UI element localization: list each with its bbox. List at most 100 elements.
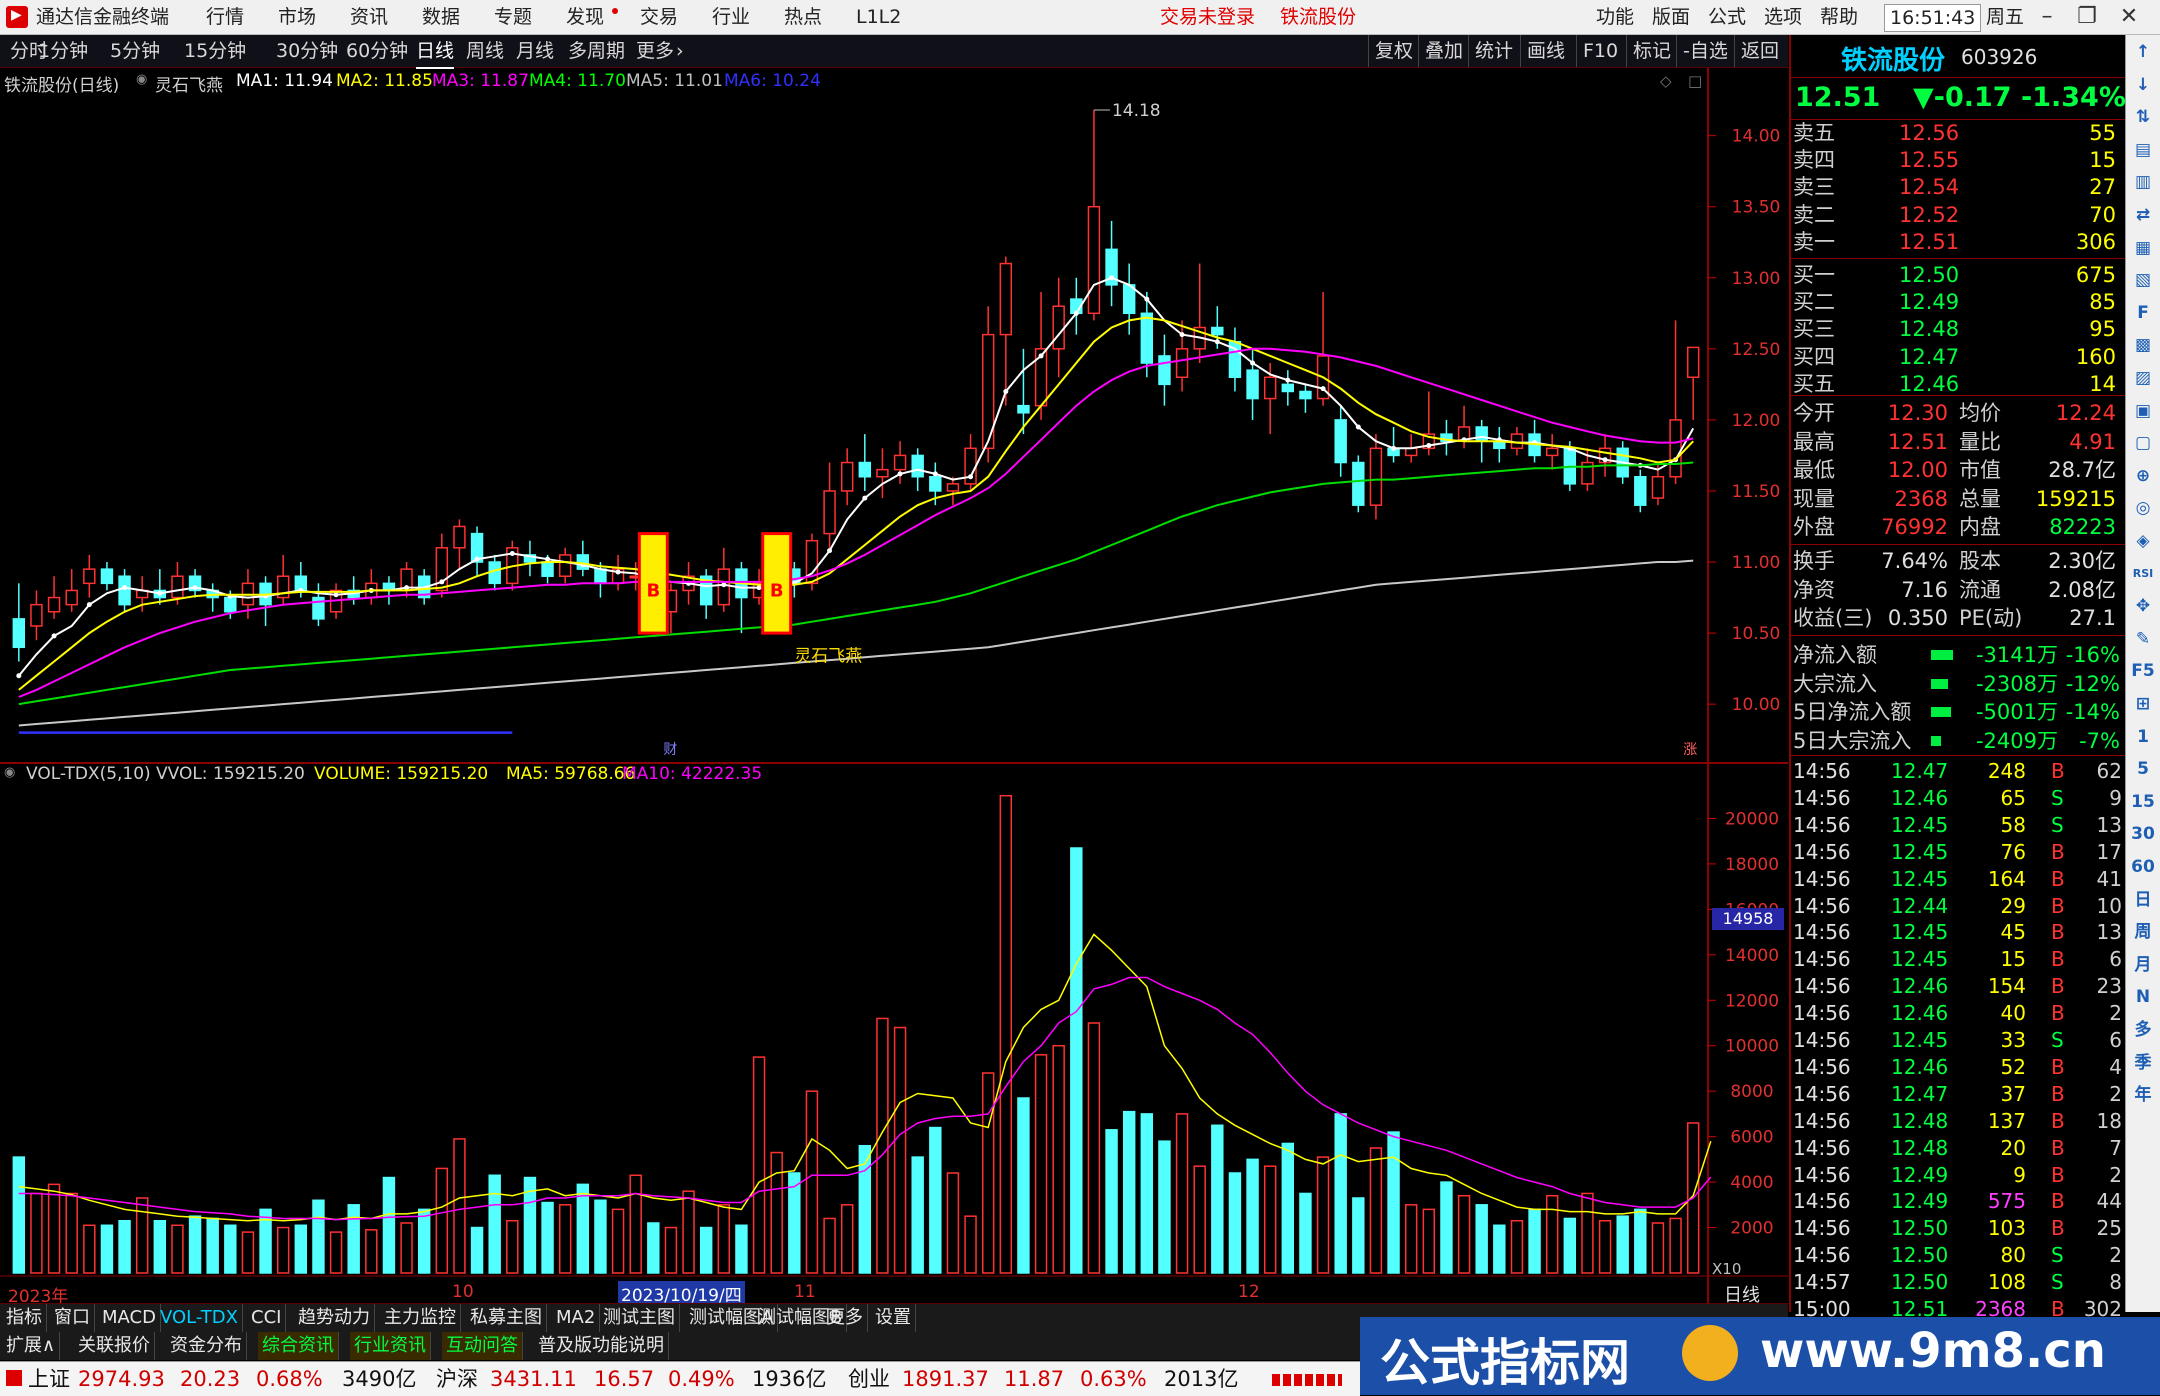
- tool-icon[interactable]: ⇄: [2130, 202, 2156, 228]
- tool-icon[interactable]: ⇅: [2130, 104, 2156, 130]
- tab-30min[interactable]: 30分钟: [276, 35, 338, 67]
- indicator-tab[interactable]: 窗口: [50, 1304, 95, 1332]
- back-button[interactable]: 返回: [1734, 35, 1779, 67]
- tool-icon[interactable]: ✥: [2130, 593, 2156, 619]
- link-tab[interactable]: 互动问答: [442, 1332, 523, 1360]
- tool-icon[interactable]: ▣: [2130, 398, 2156, 424]
- period-shortcut-icon[interactable]: 月: [2130, 952, 2156, 978]
- minimize-icon[interactable]: –: [2030, 2, 2064, 32]
- tool-icon[interactable]: ▧: [2130, 267, 2156, 293]
- statistics-button[interactable]: 统计: [1468, 35, 1513, 67]
- link-tab[interactable]: 综合资讯: [258, 1332, 339, 1360]
- tick-row[interactable]: 14:56 12.47 248 B 62: [1791, 758, 2126, 784]
- overlay-button[interactable]: 叠加: [1418, 35, 1463, 67]
- period-shortcut-icon[interactable]: N: [2130, 984, 2156, 1010]
- menu-item-industry[interactable]: 行业: [712, 0, 750, 34]
- tick-list[interactable]: 14:56 12.47 248 B 62 14:56 12.46 65 S 9 14:56 12.45…: [1791, 755, 2126, 1321]
- tab-1min[interactable]: 1分钟: [38, 35, 88, 67]
- restore-icon[interactable]: ❐: [2070, 2, 2104, 32]
- link-tab[interactable]: 普及版功能说明: [534, 1332, 669, 1360]
- tick-row[interactable]: 14:56 12.50 80 S 2: [1791, 1242, 2126, 1268]
- tool-icon[interactable]: ↓: [2130, 72, 2156, 98]
- adjust-button[interactable]: 复权: [1368, 35, 1413, 67]
- link-tab[interactable]: 扩展∧: [2, 1332, 61, 1360]
- hs-label[interactable]: 沪深: [436, 1362, 478, 1396]
- menu-item-discover[interactable]: 发现: [566, 0, 604, 34]
- vol-settings-icon[interactable]: ◉: [4, 765, 15, 780]
- tick-row[interactable]: 14:57 12.50 108 S 8: [1791, 1269, 2126, 1295]
- tool-icon[interactable]: ▦: [2130, 235, 2156, 261]
- tool-icon[interactable]: ▤: [2130, 137, 2156, 163]
- tab-60min[interactable]: 60分钟: [346, 35, 408, 67]
- period-shortcut-icon[interactable]: 多: [2130, 1017, 2156, 1043]
- menu-item-hot[interactable]: 热点: [784, 0, 822, 34]
- indicator-tab[interactable]: 趋势动力: [294, 1304, 375, 1332]
- trade-status-notice[interactable]: 交易未登录: [1160, 0, 1255, 34]
- tick-row[interactable]: 14:56 12.49 575 B 44: [1791, 1188, 2126, 1214]
- indicator-tab[interactable]: 指标: [2, 1304, 47, 1332]
- diamond-icon[interactable]: ◇: [1660, 72, 1672, 90]
- tick-row[interactable]: 14:56 12.46 65 S 9: [1791, 785, 2126, 811]
- sh-label[interactable]: 上证: [28, 1362, 70, 1396]
- link-tab[interactable]: 行业资讯: [350, 1332, 431, 1360]
- menu-item-topics[interactable]: 专题: [494, 0, 532, 34]
- tick-row[interactable]: 14:56 12.45 58 S 13: [1791, 812, 2126, 838]
- more-chevron-icon[interactable]: ›: [676, 35, 684, 67]
- tab-monthly[interactable]: 月线: [516, 35, 554, 67]
- tick-row[interactable]: 14:56 12.47 37 B 2: [1791, 1081, 2126, 1107]
- current-stock-notice[interactable]: 铁流股份: [1280, 0, 1356, 34]
- period-shortcut-icon[interactable]: 30: [2130, 821, 2156, 847]
- period-shortcut-icon[interactable]: 周: [2130, 919, 2156, 945]
- tick-row[interactable]: 14:56 12.48 137 B 18: [1791, 1108, 2126, 1134]
- tick-row[interactable]: 14:56 12.50 103 B 25: [1791, 1215, 2126, 1241]
- tick-row[interactable]: 14:56 12.46 52 B 4: [1791, 1054, 2126, 1080]
- tool-icon[interactable]: ▩: [2130, 332, 2156, 358]
- menu-item-help[interactable]: 帮助: [1820, 0, 1858, 34]
- indicator-name[interactable]: 灵石飞燕: [155, 71, 223, 96]
- indicator-tab[interactable]: 设置: [871, 1304, 916, 1332]
- tool-icon[interactable]: ⊞: [2130, 691, 2156, 717]
- kline-chart[interactable]: 14.00 13.50 13.00 12.50 12.00 11.50 11.00 10.50…: [0, 68, 1788, 1303]
- period-shortcut-icon[interactable]: 年: [2130, 1082, 2156, 1108]
- close-icon[interactable]: ✕: [2112, 2, 2146, 32]
- period-shortcut-icon[interactable]: 日: [2130, 887, 2156, 913]
- tool-icon[interactable]: ▥: [2130, 169, 2156, 195]
- period-shortcut-icon[interactable]: 5: [2130, 756, 2156, 782]
- menu-item-data[interactable]: 数据: [422, 0, 460, 34]
- tick-row[interactable]: 14:56 12.45 45 B 13: [1791, 919, 2126, 945]
- indicator-tab[interactable]: 私募主图: [466, 1304, 547, 1332]
- tick-row[interactable]: 14:56 12.45 164 B 41: [1791, 866, 2126, 892]
- menu-item-formula[interactable]: 公式: [1708, 0, 1746, 34]
- period-shortcut-icon[interactable]: 1: [2130, 724, 2156, 750]
- link-tab[interactable]: 关联报价: [74, 1332, 155, 1360]
- tick-row[interactable]: 14:56 12.46 154 B 23: [1791, 973, 2126, 999]
- period-shortcut-icon[interactable]: F5: [2130, 658, 2156, 684]
- menu-item-options[interactable]: 选项: [1764, 0, 1802, 34]
- f10-button[interactable]: F10: [1576, 35, 1618, 67]
- draw-line-button[interactable]: 画线: [1520, 35, 1565, 67]
- settings-icon[interactable]: ◉: [136, 72, 147, 87]
- square-icon[interactable]: □: [1688, 72, 1702, 90]
- menu-item-news[interactable]: 资讯: [350, 0, 388, 34]
- indicator-tab[interactable]: VOL-TDX: [156, 1304, 243, 1332]
- tick-row[interactable]: 14:56 12.45 33 S 6: [1791, 1027, 2126, 1053]
- chart-area[interactable]: 14.00 13.50 13.00 12.50 12.00 11.50 11.00 10.50…: [0, 68, 1788, 1307]
- tab-daily[interactable]: 日线: [416, 35, 455, 69]
- menu-item-quotes[interactable]: 行情: [206, 0, 244, 34]
- tick-row[interactable]: 14:56 12.45 15 B 6: [1791, 946, 2126, 972]
- tick-row[interactable]: 14:56 12.48 20 B 7: [1791, 1135, 2126, 1161]
- indicator-tab[interactable]: 主力监控: [380, 1304, 461, 1332]
- tab-5min[interactable]: 5分钟: [110, 35, 160, 67]
- menu-item-market[interactable]: 市场: [278, 0, 316, 34]
- period-shortcut-icon[interactable]: RSI: [2130, 561, 2156, 587]
- tool-icon[interactable]: F: [2130, 300, 2156, 326]
- indicator-tab[interactable]: MA2: [552, 1304, 601, 1332]
- tab-more[interactable]: 更多: [636, 35, 674, 67]
- period-shortcut-icon[interactable]: 15: [2130, 789, 2156, 815]
- indicator-tab[interactable]: 测试主图: [599, 1304, 680, 1332]
- period-shortcut-icon[interactable]: 季: [2130, 1050, 2156, 1076]
- tick-row[interactable]: 14:56 12.45 76 B 17: [1791, 839, 2126, 865]
- link-tab[interactable]: 资金分布: [166, 1332, 247, 1360]
- tick-row[interactable]: 14:56 12.44 29 B 10: [1791, 893, 2126, 919]
- tool-icon[interactable]: ⊕: [2130, 463, 2156, 489]
